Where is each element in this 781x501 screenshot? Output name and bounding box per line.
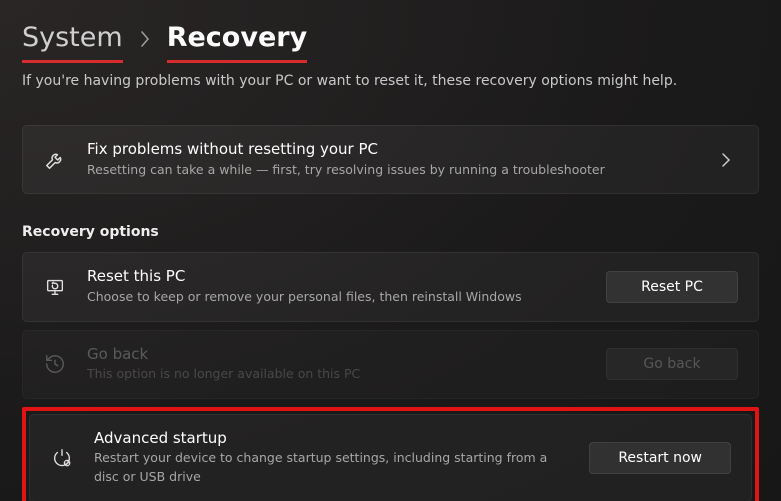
breadcrumb: System Recovery	[22, 22, 759, 59]
go-back-card: Go back This option is no longer availab…	[22, 330, 759, 399]
reset-pc-button[interactable]: Reset PC	[606, 271, 738, 303]
breadcrumb-current: Recovery	[167, 22, 307, 59]
go-back-title: Go back	[87, 345, 574, 365]
advanced-startup-desc: Restart your device to change startup se…	[94, 449, 557, 487]
advanced-startup-card: Advanced startup Restart your device to …	[29, 414, 752, 501]
history-icon	[43, 352, 67, 376]
breadcrumb-parent[interactable]: System	[22, 22, 123, 59]
power-gear-icon	[50, 446, 74, 470]
troubleshooter-title: Fix problems without resetting your PC	[87, 140, 682, 160]
advanced-startup-title: Advanced startup	[94, 429, 557, 449]
page-subtitle: If you're having problems with your PC o…	[22, 73, 759, 89]
recovery-options-title: Recovery options	[22, 224, 759, 240]
chevron-right-icon	[139, 29, 151, 53]
chevron-right-icon	[714, 148, 738, 172]
highlight-annotation: Advanced startup Restart your device to …	[22, 407, 759, 501]
reset-icon	[43, 275, 67, 299]
reset-pc-card: Reset this PC Choose to keep or remove y…	[22, 252, 759, 321]
troubleshooter-desc: Resetting can take a while — first, try …	[87, 161, 682, 180]
wrench-icon	[43, 148, 67, 172]
go-back-desc: This option is no longer available on th…	[87, 365, 574, 384]
reset-pc-desc: Choose to keep or remove your personal f…	[87, 288, 574, 307]
reset-pc-title: Reset this PC	[87, 267, 574, 287]
restart-now-button[interactable]: Restart now	[589, 442, 731, 474]
go-back-button: Go back	[606, 348, 738, 380]
troubleshooter-card[interactable]: Fix problems without resetting your PC R…	[22, 125, 759, 194]
